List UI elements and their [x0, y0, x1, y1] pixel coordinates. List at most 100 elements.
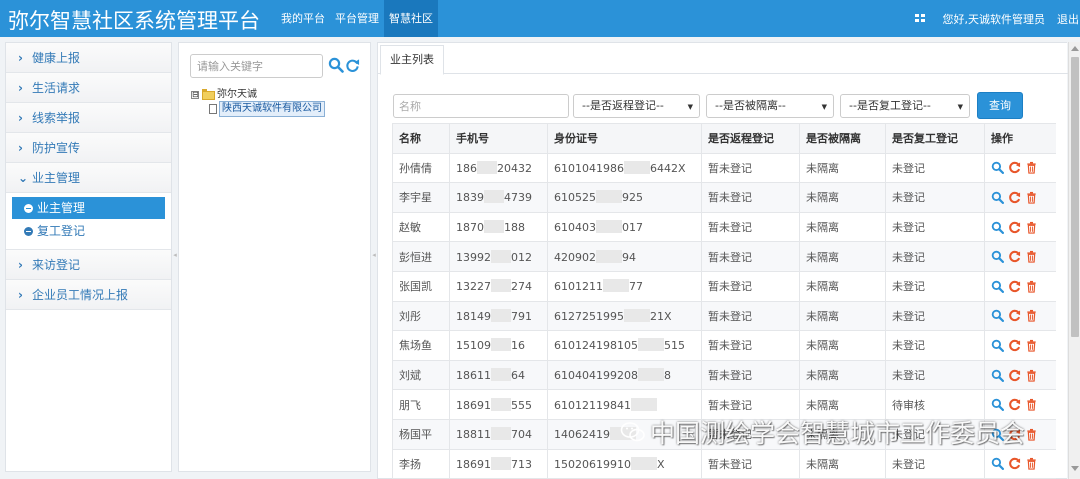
table-row[interactable]: 张国凯 13227 274 6101211 77 暂未登记 未隔离 未登记	[392, 270, 1056, 302]
trash-icon[interactable]	[1025, 428, 1038, 441]
table-row[interactable]: 朋飞 18691 555 61012119841 暂未登记 未隔离 待审核	[392, 389, 1056, 420]
logout-link[interactable]: 退出	[1057, 11, 1080, 27]
tab-owner-list[interactable]: 业主列表	[380, 45, 444, 75]
trash-icon[interactable]	[1025, 250, 1038, 263]
search-icon[interactable]	[991, 428, 1004, 441]
tree-search-input[interactable]	[190, 54, 323, 78]
page-scrollbar[interactable]	[1068, 42, 1080, 479]
search-icon[interactable]	[991, 221, 1004, 234]
table-row[interactable]: 彭恒进 13992 012 420902 94 暂未登记 未隔离 未登记	[392, 241, 1056, 272]
refresh-icon[interactable]	[1008, 161, 1021, 174]
refresh-icon[interactable]	[1008, 250, 1021, 263]
trash-icon[interactable]	[1025, 191, 1038, 204]
cell-isolated: 未隔离	[799, 241, 886, 272]
search-icon[interactable]	[991, 457, 1004, 471]
refresh-icon[interactable]	[1008, 339, 1021, 352]
cell-name: 刘斌	[392, 359, 450, 391]
nav-my-platform[interactable]: 我的平台	[276, 0, 330, 37]
redaction-mark	[491, 279, 511, 293]
search-icon[interactable]	[328, 57, 344, 73]
table-row[interactable]: 李扬 18691 713 15020619910 X 暂未登记 未隔离 未登记	[392, 448, 1056, 479]
sidebar-subitem-return-to-work[interactable]: 复工登记	[12, 220, 165, 242]
work-registration-select[interactable]: --是否复工登记-- ▼	[840, 94, 970, 118]
search-icon[interactable]	[991, 280, 1004, 293]
table-row[interactable]: 焦场鱼 15109 16 610124198105 515 暂未登记 未隔离 未登记	[392, 330, 1056, 361]
collapse-toggle-icon[interactable]: ⊟	[191, 91, 199, 99]
user-greeting[interactable]: 您好,天诚软件管理员	[943, 11, 1046, 27]
return-registration-select[interactable]: --是否返程登记-- ▼	[573, 94, 700, 118]
sidebar-item-health-report[interactable]: › 健康上报	[6, 43, 171, 73]
row-actions	[991, 221, 1056, 234]
scroll-down-arrow-icon[interactable]	[1071, 466, 1079, 471]
trash-icon[interactable]	[1025, 221, 1038, 234]
query-button[interactable]: 查询	[977, 92, 1023, 119]
refresh-icon[interactable]	[1008, 428, 1021, 441]
trash-icon[interactable]	[1025, 280, 1038, 293]
trash-icon[interactable]	[1025, 398, 1038, 411]
sidebar-item-employee-report[interactable]: › 企业员工情况上报	[6, 280, 171, 310]
search-icon[interactable]	[991, 369, 1004, 382]
refresh-icon[interactable]	[1008, 280, 1021, 293]
column-header-id-number[interactable]: 身份证号	[547, 123, 702, 154]
tree-node-root[interactable]: ⊟ 弥尔天诚	[191, 88, 325, 102]
trash-icon[interactable]	[1025, 339, 1038, 352]
chevron-right-icon: ›	[18, 141, 23, 155]
refresh-icon[interactable]	[1008, 369, 1021, 382]
nav-platform-management[interactable]: 平台管理	[330, 0, 384, 37]
isolation-select[interactable]: --是否被隔离-- ▼	[706, 94, 834, 118]
trash-icon[interactable]	[1025, 369, 1038, 382]
cell-name: 焦场鱼	[392, 330, 450, 361]
scroll-thumb[interactable]	[1071, 57, 1079, 337]
trash-icon[interactable]	[1025, 309, 1038, 323]
refresh-icon[interactable]	[345, 57, 360, 73]
column-header-work-registration[interactable]: 是否复工登记	[885, 123, 985, 154]
cell-id-number-prefix: 420902	[554, 250, 596, 264]
refresh-icon[interactable]	[1008, 221, 1021, 234]
search-icon[interactable]	[991, 161, 1004, 175]
refresh-icon[interactable]	[1008, 191, 1021, 204]
sidebar-collapse-handle[interactable]: ◂	[173, 250, 177, 260]
trash-icon[interactable]	[1025, 161, 1038, 175]
cell-actions	[984, 270, 1056, 302]
cell-phone: 1839 4739	[449, 182, 548, 213]
refresh-icon[interactable]	[1008, 457, 1021, 470]
search-icon[interactable]	[991, 339, 1004, 352]
search-icon[interactable]	[991, 250, 1004, 264]
table-row[interactable]: 杨国平 18811 704 14062419 暂未登记 未隔离 未登记	[392, 418, 1056, 450]
table-row[interactable]: 赵敏 1870 188 610403 017 暂未登记 未隔离 未登记	[392, 211, 1056, 243]
trash-icon[interactable]	[1025, 457, 1038, 471]
column-header-return-registration[interactable]: 是否返程登记	[701, 123, 800, 154]
name-filter-input[interactable]	[393, 94, 569, 118]
column-header-phone[interactable]: 手机号	[449, 123, 548, 154]
refresh-icon[interactable]	[1008, 309, 1021, 322]
row-actions	[991, 161, 1056, 175]
tree-node-company[interactable]: 陕西天诚软件有限公司	[209, 101, 325, 117]
refresh-icon[interactable]	[1008, 398, 1021, 411]
sidebar-item-owner-management[interactable]: ⌄ 业主管理	[6, 163, 171, 193]
grid-icon[interactable]	[914, 14, 926, 23]
tree-node-label[interactable]: 陕西天诚软件有限公司	[219, 101, 325, 117]
sidebar-item-visitor-registration[interactable]: › 来访登记	[6, 250, 171, 280]
table-row[interactable]: 李宇星 1839 4739 610525 925 暂未登记 未隔离 未登记	[392, 182, 1056, 213]
sidebar-subitem-owner-management[interactable]: 业主管理	[12, 197, 165, 219]
tree-panel: ⊟ 弥尔天诚 陕西天诚软件有限公司	[178, 42, 371, 472]
sidebar-item-life-request[interactable]: › 生活请求	[6, 73, 171, 103]
column-header-isolated[interactable]: 是否被隔离	[799, 123, 886, 154]
search-icon[interactable]	[991, 398, 1004, 412]
cell-id-number: 610403 017	[547, 211, 702, 243]
redaction-mark	[491, 338, 511, 352]
sidebar-item-protection-promo[interactable]: › 防护宣传	[6, 133, 171, 163]
scroll-up-arrow-icon[interactable]	[1071, 46, 1079, 51]
tree-collapse-handle[interactable]: ◂	[372, 250, 376, 260]
table-row[interactable]: 孙倩倩 186 20432 6101041986 6442X 暂未登记 未隔离 未登记	[392, 152, 1056, 184]
sidebar-item-clue-report[interactable]: › 线索举报	[6, 103, 171, 133]
cell-return-registration: 暂未登记	[701, 182, 800, 213]
search-icon[interactable]	[991, 309, 1004, 323]
table-row[interactable]: 刘斌 18611 64 610404199208 8 暂未登记 未隔离 未登记	[392, 359, 1056, 391]
top-nav: 我的平台 平台管理 智慧社区	[276, 0, 438, 37]
nav-smart-community[interactable]: 智慧社区	[384, 0, 438, 37]
table-row[interactable]: 刘彤 18149 791 6127251995 21X 暂未登记 未隔离 未登记	[392, 300, 1056, 332]
column-header-name[interactable]: 名称	[392, 123, 450, 154]
search-icon[interactable]	[991, 191, 1004, 204]
cell-actions	[984, 300, 1056, 332]
